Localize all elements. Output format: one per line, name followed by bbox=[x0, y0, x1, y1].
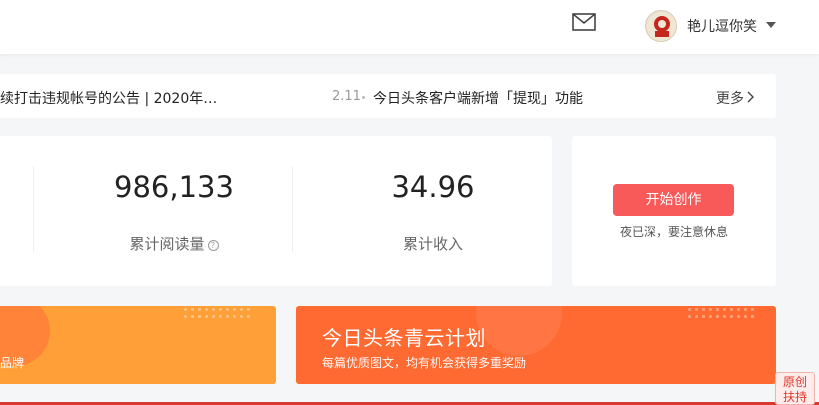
banner-brand-text: 品牌 bbox=[0, 356, 25, 370]
chevron-right-icon[interactable] bbox=[746, 91, 754, 103]
mail-icon[interactable] bbox=[572, 13, 596, 31]
dot-separator bbox=[362, 96, 365, 99]
banner-title: 今日头条青云计划 bbox=[322, 326, 486, 350]
banner-brand[interactable]: 品牌 bbox=[0, 306, 276, 384]
decoration bbox=[476, 306, 562, 356]
decoration bbox=[686, 306, 756, 320]
stat-label-income: 累计收入 bbox=[402, 235, 463, 253]
decoration bbox=[182, 306, 252, 320]
badge-line1: 原创 bbox=[782, 375, 807, 389]
avatar[interactable] bbox=[645, 10, 677, 42]
notice-item-left[interactable]: 续打击违规帐号的公告 | 2020年… bbox=[0, 88, 217, 108]
user-name[interactable]: 艳儿逗你笑 bbox=[687, 16, 757, 36]
stat-label-reads-text: 累计阅读量 bbox=[129, 235, 205, 253]
start-creating-button[interactable]: 开始创作 bbox=[613, 184, 734, 216]
divider bbox=[33, 166, 34, 252]
stat-value-reads: 986,133 bbox=[114, 170, 234, 204]
notice-item-right[interactable]: 今日头条客户端新增「提现」功能 bbox=[373, 88, 583, 108]
banner-qingyun[interactable]: 今日头条青云计划 每篇优质图文，均有机会获得多重奖励 bbox=[296, 306, 776, 384]
help-icon[interactable]: ? bbox=[207, 240, 219, 251]
badge-line2: 扶持 bbox=[782, 390, 807, 404]
more-link[interactable]: 更多 bbox=[716, 88, 744, 108]
original-support-badge[interactable]: 原创 扶持 bbox=[775, 372, 815, 405]
create-card: 开始创作 夜已深，要注意休息 bbox=[572, 136, 776, 286]
stat-label-reads: 累计阅读量? bbox=[74, 233, 274, 254]
stats-card: 986,133 累计阅读量? 34.96 累计收入 bbox=[0, 136, 552, 286]
stat-value-income: 34.96 bbox=[391, 170, 475, 204]
top-header: 艳儿逗你笑 bbox=[0, 0, 819, 54]
rest-hint: 夜已深，要注意休息 bbox=[619, 225, 728, 239]
banner-subtitle: 每篇优质图文，均有机会获得多重奖励 bbox=[322, 356, 527, 370]
caret-down-icon[interactable] bbox=[766, 22, 776, 28]
notice-date: 2.11 bbox=[332, 89, 361, 104]
notice-bar: 续打击违规帐号的公告 | 2020年… 2.11 今日头条客户端新增「提现」功能… bbox=[0, 74, 776, 118]
divider bbox=[292, 166, 293, 252]
